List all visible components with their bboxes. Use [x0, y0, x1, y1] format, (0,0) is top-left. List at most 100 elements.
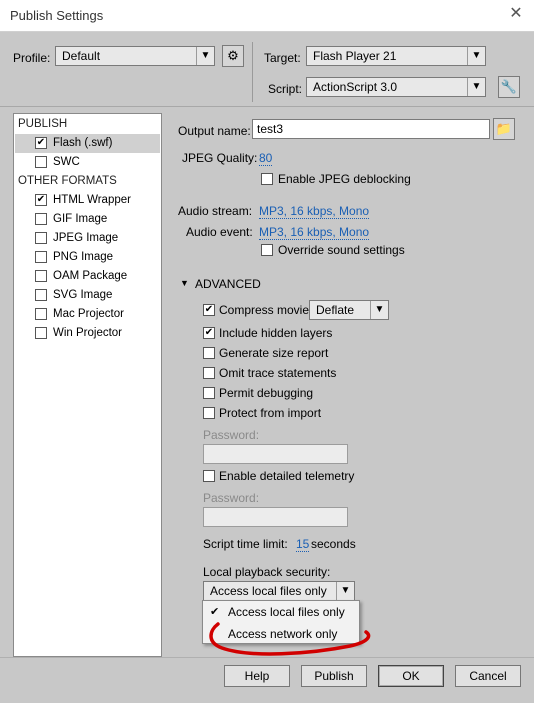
divider: [252, 42, 253, 102]
telemetry-checkbox[interactable]: [203, 470, 215, 482]
divider: [0, 657, 534, 658]
option-label: Generate size report: [219, 346, 329, 360]
sidebar-item-svg[interactable]: SVG Image: [15, 286, 160, 305]
option-label: Protect from import: [219, 406, 322, 420]
local-playback-security-dropdown[interactable]: Access local files only ▼: [203, 581, 355, 601]
password-field[interactable]: [203, 444, 348, 464]
png-checkbox[interactable]: [35, 251, 47, 263]
script-label: Script:: [268, 82, 303, 96]
format-list: PUBLISH Flash (.swf) SWC OTHER FORMATS H…: [13, 113, 162, 657]
compress-value: Deflate: [316, 303, 355, 317]
profile-label: Profile:: [13, 51, 51, 65]
sidebar-item-label: GIF Image: [53, 213, 108, 225]
publish-button[interactable]: Publish: [301, 665, 367, 687]
sidebar-item-label: HTML Wrapper: [53, 194, 131, 206]
override-sound-checkbox[interactable]: [261, 244, 273, 256]
telemetry-password-field[interactable]: [203, 507, 348, 527]
sidebar-item-label: SVG Image: [53, 289, 113, 301]
target-label: Target:: [264, 51, 301, 65]
sidebar-item-png[interactable]: PNG Image: [15, 248, 160, 267]
telemetry-label: Enable detailed telemetry: [219, 469, 355, 483]
sidebar-item-label: Win Projector: [53, 327, 123, 339]
window-title: Publish Settings: [10, 8, 104, 23]
red-annotation-circle: [209, 622, 371, 656]
publish-header: PUBLISH: [18, 118, 68, 130]
script-time-limit-value[interactable]: 15: [296, 537, 310, 552]
swc-checkbox[interactable]: [35, 156, 47, 168]
gear-icon[interactable]: ⚙: [222, 45, 244, 67]
include-hidden-layers-checkbox[interactable]: [203, 327, 215, 339]
folder-icon[interactable]: 📁: [493, 118, 515, 140]
flash-checkbox[interactable]: [35, 137, 47, 149]
sidebar-item-label: JPEG Image: [53, 232, 119, 244]
close-icon[interactable]: ✕: [506, 4, 526, 24]
title-bar: Publish Settings ✕: [0, 0, 534, 32]
sidebar-item-label: OAM Package: [53, 270, 128, 282]
output-name-field[interactable]: [252, 119, 490, 139]
other-formats-header: OTHER FORMATS: [18, 175, 117, 187]
compress-dropdown[interactable]: Deflate ▼: [309, 300, 389, 320]
sidebar-item-label: SWC: [53, 156, 80, 168]
sidebar-item-win-projector[interactable]: Win Projector: [15, 324, 160, 343]
gif-checkbox[interactable]: [35, 213, 47, 225]
collapse-triangle-icon[interactable]: ▼: [180, 278, 189, 288]
sidebar-item-mac-projector[interactable]: Mac Projector: [15, 305, 160, 324]
permit-debugging-checkbox[interactable]: [203, 387, 215, 399]
chevron-down-icon: ▼: [467, 47, 485, 65]
ok-button[interactable]: OK: [378, 665, 444, 687]
chevron-down-icon: ▼: [370, 301, 388, 319]
sidebar-item-oam[interactable]: OAM Package: [15, 267, 160, 286]
sidebar-item-jpeg[interactable]: JPEG Image: [15, 229, 160, 248]
jpeg-deblocking-checkbox[interactable]: [261, 173, 273, 185]
oam-checkbox[interactable]: [35, 270, 47, 282]
sidebar-item-gif[interactable]: GIF Image: [15, 210, 160, 229]
local-playback-security-label: Local playback security:: [203, 565, 331, 579]
script-time-limit-label: Script time limit:: [203, 537, 288, 551]
advanced-header: ADVANCED: [195, 277, 261, 291]
win-projector-checkbox[interactable]: [35, 327, 47, 339]
target-dropdown[interactable]: Flash Player 21 ▼: [306, 46, 486, 66]
override-sound-label: Override sound settings: [278, 243, 405, 257]
cancel-button[interactable]: Cancel: [455, 665, 521, 687]
audio-event-label: Audio event:: [186, 225, 253, 239]
svg-checkbox[interactable]: [35, 289, 47, 301]
sidebar-item-html-wrapper[interactable]: HTML Wrapper: [15, 191, 160, 210]
jpeg-deblocking-label: Enable JPEG deblocking: [278, 172, 411, 186]
option-label: Omit trace statements: [219, 366, 337, 380]
wrench-icon[interactable]: 🔧: [498, 76, 520, 98]
sidebar-item-flash[interactable]: Flash (.swf): [15, 134, 160, 153]
jpeg-checkbox[interactable]: [35, 232, 47, 244]
protect-import-checkbox[interactable]: [203, 407, 215, 419]
security-value: Access local files only: [210, 584, 327, 598]
omit-trace-checkbox[interactable]: [203, 367, 215, 379]
audio-stream-value[interactable]: MP3, 16 kbps, Mono: [259, 204, 370, 219]
password2-label: Password:: [203, 491, 260, 505]
sidebar-item-label: Mac Projector: [53, 308, 124, 320]
sidebar-item-label: Flash (.swf): [53, 137, 113, 149]
output-name-label: Output name:: [178, 124, 251, 138]
password-label: Password:: [203, 428, 260, 442]
jpeg-quality-label: JPEG Quality:: [182, 151, 258, 165]
size-report-checkbox[interactable]: [203, 347, 215, 359]
target-value: Flash Player 21: [313, 49, 397, 63]
script-time-limit-unit: seconds: [311, 537, 356, 551]
option-label: Permit debugging: [219, 386, 314, 400]
sidebar-item-swc[interactable]: SWC: [15, 153, 160, 172]
mac-projector-checkbox[interactable]: [35, 308, 47, 320]
sidebar-item-label: PNG Image: [53, 251, 114, 263]
audio-event-value[interactable]: MP3, 16 kbps, Mono: [259, 225, 370, 240]
script-value: ActionScript 3.0: [313, 80, 398, 94]
divider: [0, 106, 534, 107]
profile-value: Default: [62, 49, 101, 63]
chevron-down-icon: ▼: [467, 78, 485, 96]
chevron-down-icon: ▼: [336, 582, 354, 600]
chevron-down-icon: ▼: [196, 47, 214, 65]
compress-movie-checkbox[interactable]: [203, 304, 215, 316]
option-label: Include hidden layers: [219, 326, 333, 340]
jpeg-quality-value[interactable]: 80: [259, 151, 273, 166]
script-dropdown[interactable]: ActionScript 3.0 ▼: [306, 77, 486, 97]
profile-dropdown[interactable]: Default ▼: [55, 46, 215, 66]
html-wrapper-checkbox[interactable]: [35, 194, 47, 206]
compress-movie-label: Compress movie: [219, 303, 310, 317]
help-button[interactable]: Help: [224, 665, 290, 687]
